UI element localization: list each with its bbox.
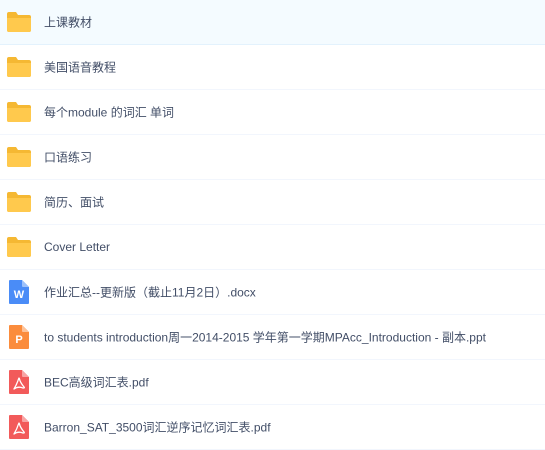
file-name[interactable]: BEC高级词汇表.pdf	[44, 374, 149, 391]
word-doc-icon: W	[6, 279, 32, 305]
file-row-folder[interactable]: Cover Letter	[0, 225, 545, 270]
file-name[interactable]: 作业汇总--更新版（截止11月2日）.docx	[44, 284, 256, 301]
folder-icon	[6, 9, 32, 35]
word-letter: W	[14, 289, 25, 301]
file-row-folder[interactable]: 上课教材	[0, 0, 545, 45]
file-name[interactable]: 美国语音教程	[44, 59, 116, 76]
file-row-folder[interactable]: 每个module 的词汇 单词	[0, 90, 545, 135]
file-name[interactable]: 口语练习	[44, 149, 92, 166]
folder-icon	[6, 234, 32, 260]
file-row-folder[interactable]: 简历、面试	[0, 180, 545, 225]
file-name[interactable]: to students introduction周一2014-2015 学年第一…	[44, 329, 486, 346]
pdf-doc-icon	[6, 369, 32, 395]
file-name[interactable]: 上课教材	[44, 14, 92, 31]
file-name[interactable]: 简历、面试	[44, 194, 104, 211]
folder-icon	[6, 144, 32, 170]
file-row-word[interactable]: W 作业汇总--更新版（截止11月2日）.docx	[0, 270, 545, 315]
file-row-folder[interactable]: 口语练习	[0, 135, 545, 180]
file-row-folder[interactable]: 美国语音教程	[0, 45, 545, 90]
folder-icon	[6, 189, 32, 215]
folder-icon	[6, 99, 32, 125]
pdf-doc-icon	[6, 414, 32, 440]
file-row-pdf[interactable]: BEC高级词汇表.pdf	[0, 360, 545, 405]
file-row-pdf[interactable]: Barron_SAT_3500词汇逆序记忆词汇表.pdf	[0, 405, 545, 450]
folder-icon	[6, 54, 32, 80]
file-name[interactable]: Cover Letter	[44, 240, 110, 254]
file-name[interactable]: 每个module 的词汇 单词	[44, 104, 174, 121]
powerpoint-doc-icon: P	[6, 324, 32, 350]
file-name[interactable]: Barron_SAT_3500词汇逆序记忆词汇表.pdf	[44, 419, 271, 436]
file-list: 上课教材 美国语音教程 每个module 的词汇 单词 口语练习 简历、面试 C…	[0, 0, 545, 450]
file-row-ppt[interactable]: P to students introduction周一2014-2015 学年…	[0, 315, 545, 360]
ppt-letter: P	[15, 334, 22, 346]
